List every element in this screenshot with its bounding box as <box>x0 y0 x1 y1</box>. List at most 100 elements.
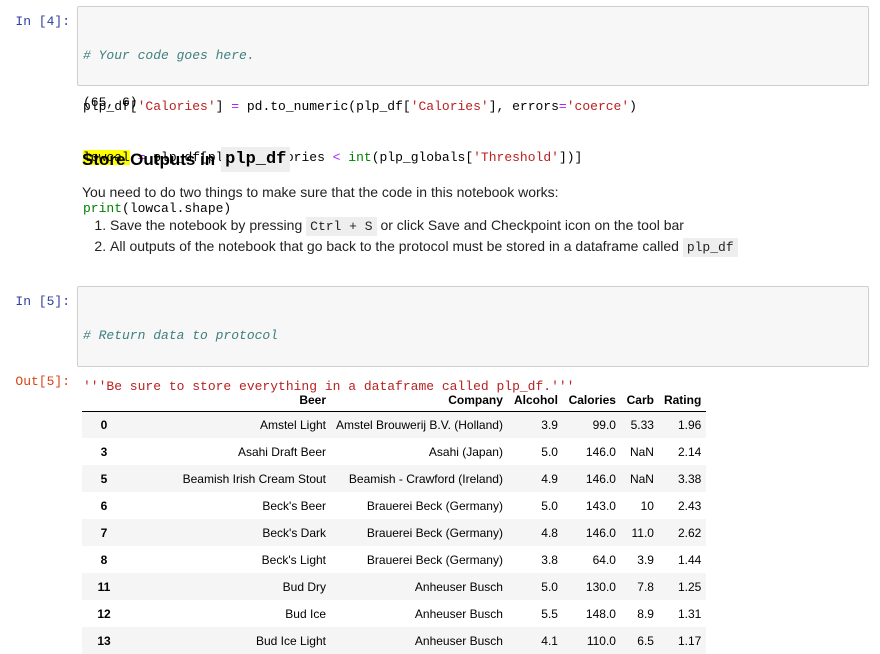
row-index: 0 <box>100 417 108 432</box>
cell-calories: 146.0 <box>585 525 616 540</box>
row-index: 12 <box>97 606 111 621</box>
cell-carb: 3.9 <box>637 552 654 567</box>
column-header: Rating <box>658 389 707 412</box>
cell-beer: Beck's Beer <box>262 498 326 513</box>
instructions-list: Save the notebook by pressing Ctrl + S o… <box>82 215 738 257</box>
cell-alcohol: 4.9 <box>541 471 558 486</box>
cell-alcohol: 3.9 <box>541 417 558 432</box>
cell-alcohol: 4.1 <box>541 633 558 648</box>
cell-beer: Beck's Dark <box>262 525 326 540</box>
table-row: 12 Bud Ice Anheuser Busch 5.5 148.0 8.9 1.31 <box>82 600 707 627</box>
code-string: 'Threshold' <box>473 150 559 165</box>
code-cell-4[interactable]: # Your code goes here. plp_df['Calories'… <box>77 6 869 216</box>
code-string: 'Calories' <box>137 99 216 114</box>
table-row: 5 Beamish Irish Cream Stout Beamish - Craw… <box>82 465 707 492</box>
code-line: plp_df['Calories'] = pd.to_numeric(plp_d… <box>83 98 862 115</box>
cell-beer: Beamish Irish Cream Stout <box>182 471 326 486</box>
cell-beer: Beck's Light <box>261 552 326 567</box>
cell-rating: 1.31 <box>677 606 702 621</box>
table-row: 3 Asahi Draft Beer Asahi (Japan) 5.0 146.0 Na… <box>82 438 707 465</box>
cell-calories: 146.0 <box>585 444 616 459</box>
cell-beer: Bud Dry <box>282 579 326 594</box>
cell-carb: 6.5 <box>637 633 654 648</box>
column-header: Alcohol <box>507 389 563 412</box>
column-header: Company <box>331 389 508 412</box>
code-token: ], errors <box>488 99 559 114</box>
cell-company: Amstel Brouwerij B.V. (Holland) <box>336 417 503 432</box>
heading-text: Store Outputs in <box>82 149 216 169</box>
row-index: 3 <box>100 444 108 459</box>
code-operator: = <box>558 99 567 114</box>
table-row: 7 Beck's Dark Brauerei Beck (Germany) 4.8 14… <box>82 519 707 546</box>
inline-code: Ctrl + S <box>306 217 377 236</box>
cell-calories: 143.0 <box>585 498 616 513</box>
table-row: 13 Bud Ice Light Anheuser Busch 4.1 110.0 6.5… <box>82 627 707 654</box>
code-cell-5[interactable]: # Return data to protocol '''Be sure to … <box>77 286 869 496</box>
cell-alcohol: 5.0 <box>541 579 558 594</box>
cell-beer: Bud Ice <box>285 606 326 621</box>
cell-calories: 99.0 <box>592 417 616 432</box>
cell-company: Anheuser Busch <box>414 579 503 594</box>
list-item: Save the notebook by pressing Ctrl + S o… <box>110 215 738 236</box>
section-heading: Store Outputs in plp_df <box>82 147 291 172</box>
code-token: (lowcal.shape) <box>122 201 232 216</box>
code-line: # Return data to protocol <box>83 327 862 344</box>
cell-rating: 2.62 <box>677 525 702 540</box>
cell-beer: Amstel Light <box>259 417 326 432</box>
cell-carb: 8.9 <box>637 606 654 621</box>
table-row: 6 Beck's Beer Brauerei Beck (Germany) 5.0 14… <box>82 492 707 519</box>
code-string: 'coerce' <box>566 99 630 114</box>
code-builtin: print <box>83 201 123 216</box>
cell-rating: 1.44 <box>677 552 702 567</box>
code-comment: # Your code goes here. <box>83 48 255 63</box>
row-index: 5 <box>100 471 108 486</box>
index-header <box>82 389 126 412</box>
column-header: Calories <box>562 389 621 412</box>
list-item-text: or click Save and Checkpoint icon on the… <box>380 217 684 233</box>
cell-rating: 1.96 <box>677 417 702 432</box>
code-line: # Your code goes here. <box>83 47 862 64</box>
cell-4-output: (65, 6) <box>83 95 138 110</box>
cell-calories: 110.0 <box>586 633 616 648</box>
cell-alcohol: 4.8 <box>541 525 558 540</box>
list-item-text: All outputs of the notebook that go back… <box>110 238 679 254</box>
cell-carb: 5.33 <box>630 417 654 432</box>
cell-calories: 146.0 <box>585 471 616 486</box>
cell-rating: 1.25 <box>677 579 702 594</box>
cell-carb: 10 <box>640 498 654 513</box>
cell-beer: Asahi Draft Beer <box>237 444 326 459</box>
code-token: ) <box>629 99 637 114</box>
code-token: ])] <box>558 150 583 165</box>
cell-company: Brauerei Beck (Germany) <box>366 552 503 567</box>
output-prompt-5: Out[5]: <box>15 374 70 389</box>
code-token: pd.to_numeric(plp_df[ <box>239 99 411 114</box>
table-row: 8 Beck's Light Brauerei Beck (Germany) 3.8 6… <box>82 546 707 573</box>
input-prompt-5: In [5]: <box>15 294 70 309</box>
cell-carb: NaN <box>629 444 654 459</box>
cell-company: Brauerei Beck (Germany) <box>366 498 503 513</box>
markdown-cell: Store Outputs in plp_df <box>82 147 291 172</box>
cell-company: Brauerei Beck (Germany) <box>366 525 503 540</box>
cell-alcohol: 5.0 <box>541 498 558 513</box>
input-prompt-4: In [4]: <box>15 14 70 29</box>
cell-carb: NaN <box>629 471 654 486</box>
markdown-paragraph: You need to do two things to make sure t… <box>82 184 559 200</box>
cell-company: Asahi (Japan) <box>428 444 503 459</box>
cell-rating: 1.17 <box>677 633 702 648</box>
cell-carb: 7.8 <box>637 579 654 594</box>
table-row: 0 Amstel Light Amstel Brouwerij B.V. (Holl… <box>82 411 707 438</box>
markdown-paragraph-wrap: You need to do two things to make sure t… <box>82 184 559 200</box>
cell-rating: 3.38 <box>677 471 702 486</box>
code-builtin: int <box>348 150 372 165</box>
cell-company: Beamish - Crawford (Ireland) <box>348 471 503 486</box>
code-token: ] <box>215 99 232 114</box>
cell-company: Anheuser Busch <box>414 633 503 648</box>
cell-company: Anheuser Busch <box>414 606 503 621</box>
cell-rating: 2.14 <box>677 444 702 459</box>
cell-alcohol: 5.5 <box>541 606 558 621</box>
cell-calories: 64.0 <box>592 552 616 567</box>
cell-alcohol: 3.8 <box>541 552 558 567</box>
cell-rating: 2.43 <box>677 498 702 513</box>
cell-alcohol: 5.0 <box>541 444 558 459</box>
row-index: 7 <box>100 525 108 540</box>
